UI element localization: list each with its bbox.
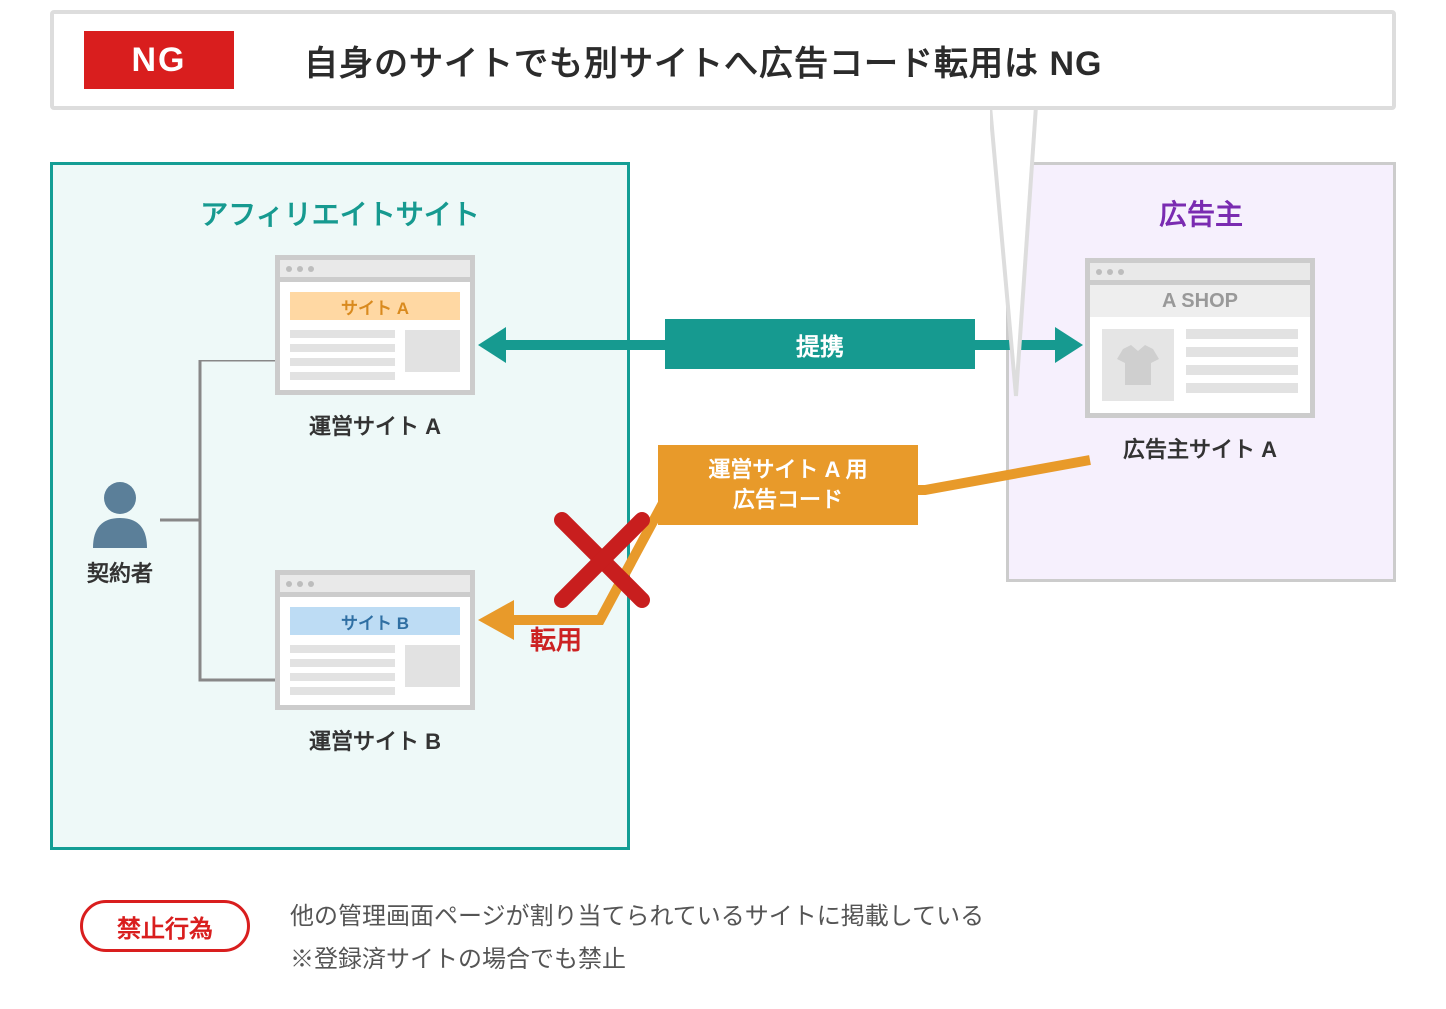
advertiser-panel-title: 広告主 [1009,193,1393,233]
browser-mock-icon: サイト A [275,255,475,395]
prohibited-pill: 禁止行為 [80,900,250,952]
advertiser-site: A SHOP 広告主サイト A [1085,258,1315,464]
callout-tail-icon [990,106,1050,406]
user-icon [89,478,151,548]
header-callout: NG 自身のサイトでも別サイトへ広告コード転用は NG [50,10,1396,110]
browser-mock-icon: サイト B [275,570,475,710]
site-a-caption: 運営サイト A [275,409,475,441]
tshirt-icon [1102,329,1174,401]
header-title: 自身のサイトでも別サイトへ広告コード転用は NG [304,36,1102,85]
shop-bar: A SHOP [1090,285,1310,317]
footer-text: 他の管理画面ページが割り当てられているサイトに掲載している ※登録済サイトの場合… [290,895,984,981]
site-b-caption: 運営サイト B [275,724,475,756]
browser-mock-icon: A SHOP [1085,258,1315,418]
footer-line1: 他の管理画面ページが割り当てられているサイトに掲載している [290,895,984,938]
contractor: 契約者 [85,478,155,588]
arrow-line-icon [500,340,670,350]
site-b: サイト B 運営サイト B [275,570,475,756]
tree-connector-icon [160,360,280,690]
arrow-head-left-icon [478,327,506,363]
site-a: サイト A 運営サイト A [275,255,475,441]
advertiser-site-caption: 広告主サイト A [1085,432,1315,464]
adcode-label: 運営サイト A 用 広告コード [658,445,918,525]
footer-line2: ※登録済サイトの場合でも禁止 [290,938,984,981]
arrow-head-right-icon [1055,327,1083,363]
site-b-bar: サイト B [290,607,460,635]
partnership-label: 提携 [665,319,975,369]
contractor-label: 契約者 [85,556,155,588]
ng-badge: NG [84,31,234,89]
site-a-bar: サイト A [290,292,460,320]
cross-icon [552,510,652,610]
affiliate-panel-title: アフィリエイトサイト [53,193,627,233]
